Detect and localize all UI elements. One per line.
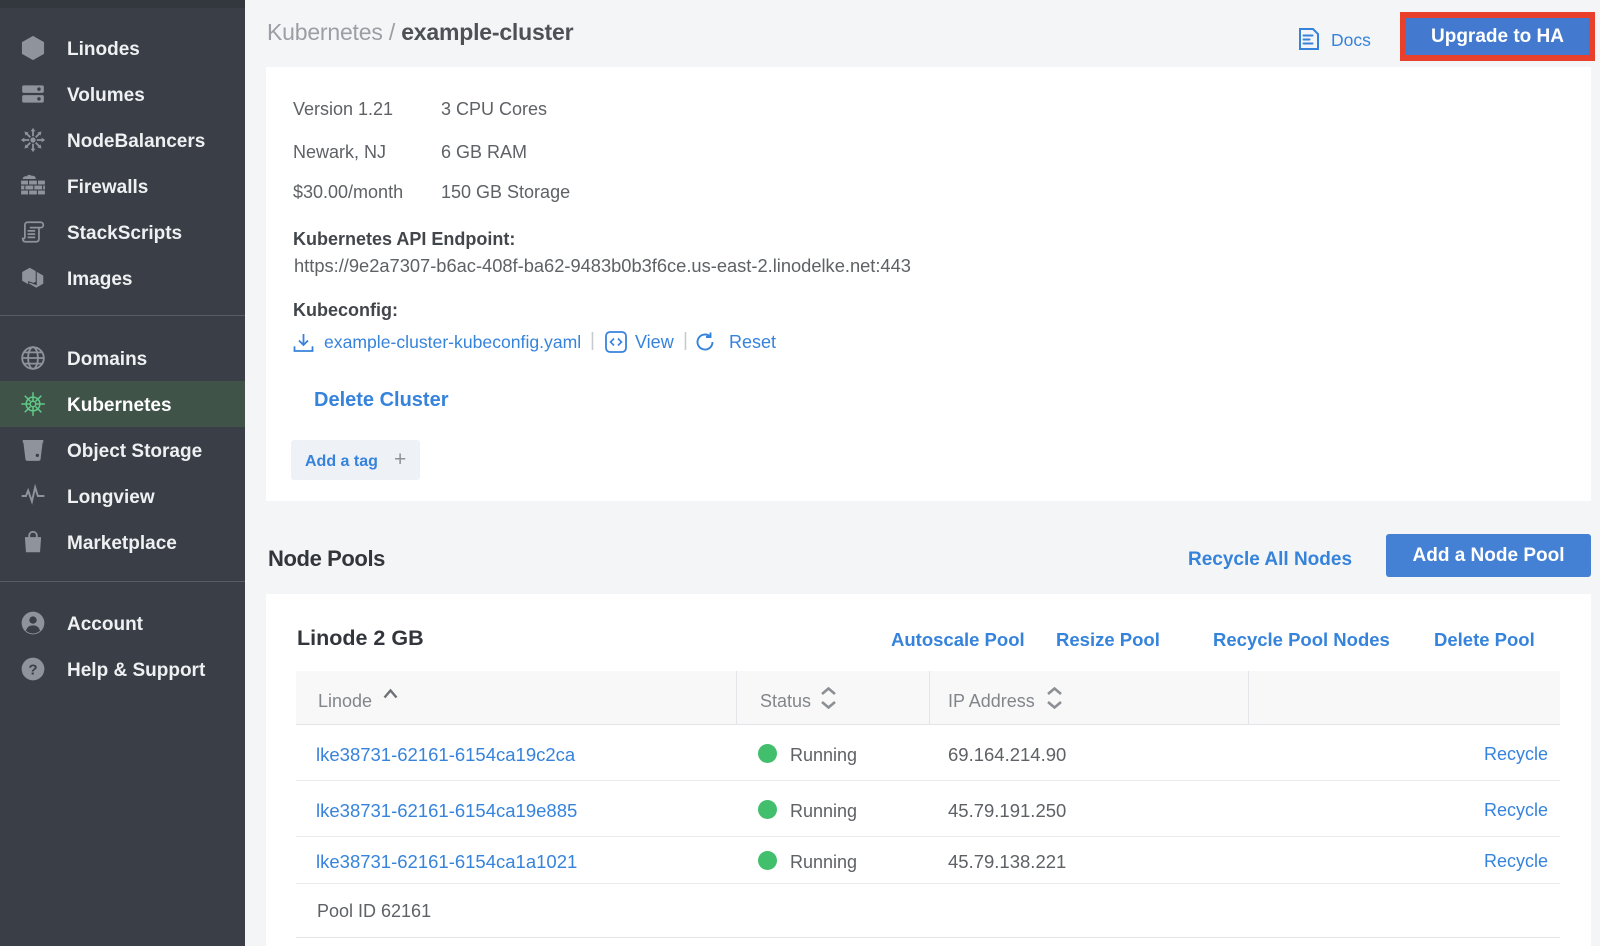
svg-text:?: ? (28, 661, 37, 678)
